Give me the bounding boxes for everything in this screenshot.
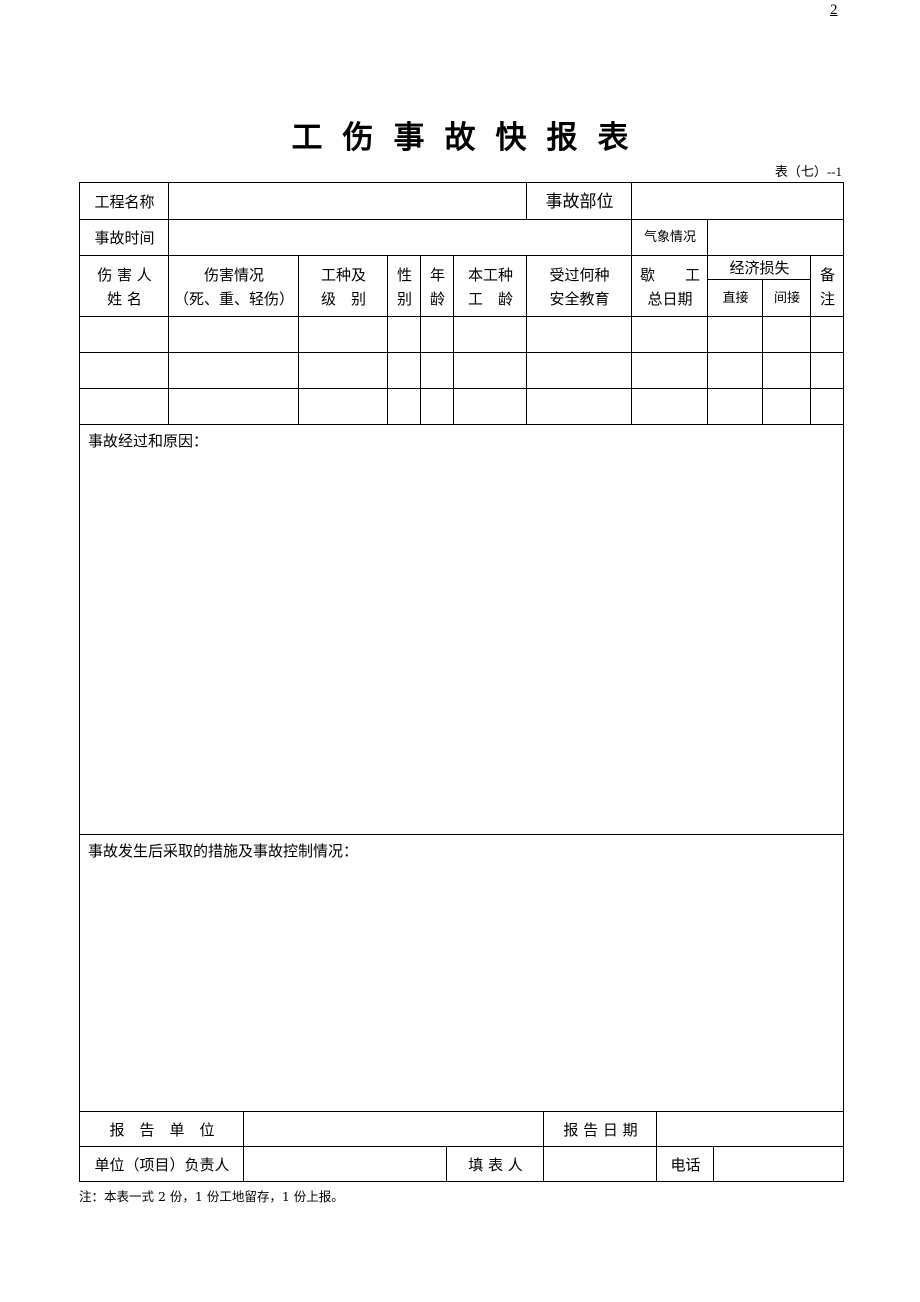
table-row-1-trade-level[interactable] <box>298 316 388 353</box>
table-row-2-safety-training[interactable] <box>526 352 632 389</box>
phone-field[interactable] <box>713 1146 844 1182</box>
table-row-1-age[interactable] <box>420 316 454 353</box>
weather-field[interactable] <box>707 219 844 256</box>
accident-process-cause-label: 事故经过和原因： <box>88 432 209 450</box>
form-code: 表（七）--1 <box>774 164 842 179</box>
table-row-3-remarks[interactable] <box>810 388 844 425</box>
table-row-3-trade-level[interactable] <box>298 388 388 425</box>
column-header-indirect-text: 间接 <box>773 290 800 306</box>
measures-label: 事故发生后采取的措施及事故控制情况： <box>88 842 359 860</box>
column-header-direct: 直接 <box>707 279 763 317</box>
table-row-2-trade-years[interactable] <box>453 352 527 389</box>
column-header-gender-text: 性 别 <box>396 265 412 308</box>
column-header-safety-training-text: 受过何种 安全教育 <box>549 265 610 308</box>
weather-label: 气象情况 <box>631 219 708 256</box>
table-row-3-indirect[interactable] <box>762 388 811 425</box>
responsible-person-label: 单位（项目）负责人 <box>79 1146 244 1182</box>
table-row-1-indirect[interactable] <box>762 316 811 353</box>
table-row-2-injury-status[interactable] <box>168 352 299 389</box>
column-header-injured-name-text: 伤 害 人 姓 名 <box>97 265 152 308</box>
accident-time-label-text: 事故时间 <box>94 229 155 247</box>
accident-process-cause-section[interactable]: 事故经过和原因： <box>79 424 844 835</box>
table-row-1-safety-training[interactable] <box>526 316 632 353</box>
column-header-gender: 性 别 <box>387 255 421 317</box>
column-header-remarks: 备 注 <box>810 255 844 317</box>
table-row-1-trade-years[interactable] <box>453 316 527 353</box>
weather-label-text: 气象情况 <box>643 230 696 245</box>
accident-location-field[interactable] <box>631 182 844 220</box>
table-row-2-gender[interactable] <box>387 352 421 389</box>
filler-field[interactable] <box>543 1146 657 1182</box>
column-header-injury-status-text: 伤害情况 （死、重、轻伤） <box>173 265 294 308</box>
table-row-1-remarks[interactable] <box>810 316 844 353</box>
table-row-2-trade-level[interactable] <box>298 352 388 389</box>
column-header-injured-name: 伤 害 人 姓 名 <box>79 255 169 317</box>
table-row-3-injured-name[interactable] <box>79 388 169 425</box>
report-unit-label-text: 报 告 单 位 <box>109 1120 215 1139</box>
project-name-field[interactable] <box>168 182 527 220</box>
filler-label: 填 表 人 <box>446 1146 544 1182</box>
footnote: 注：本表一式 2 份，1 份工地留存，1 份上报。 <box>79 1189 344 1204</box>
column-header-direct-text: 直接 <box>722 290 749 306</box>
column-header-safety-training: 受过何种 安全教育 <box>526 255 632 317</box>
table-row-2-injured-name[interactable] <box>79 352 169 389</box>
column-header-age-text: 年 龄 <box>429 265 445 308</box>
column-header-lost-days-text: 歇 工 总日期 <box>639 265 700 308</box>
column-header-indirect: 间接 <box>762 279 811 317</box>
accident-time-label: 事故时间 <box>79 219 169 256</box>
column-header-remarks-text: 备 注 <box>819 265 835 308</box>
column-header-age: 年 龄 <box>420 255 454 317</box>
filler-label-text: 填 表 人 <box>468 1155 523 1174</box>
table-row-3-lost-days[interactable] <box>631 388 708 425</box>
table-row-3-gender[interactable] <box>387 388 421 425</box>
table-row-3-injury-status[interactable] <box>168 388 299 425</box>
table-row-3-direct[interactable] <box>707 388 763 425</box>
table-row-2-direct[interactable] <box>707 352 763 389</box>
column-header-trade-level: 工种及 级 别 <box>298 255 388 317</box>
table-row-1-direct[interactable] <box>707 316 763 353</box>
table-row-1-injured-name[interactable] <box>79 316 169 353</box>
table-row-2-indirect[interactable] <box>762 352 811 389</box>
table-row-2-remarks[interactable] <box>810 352 844 389</box>
table-row-3-age[interactable] <box>420 388 454 425</box>
table-row-1-gender[interactable] <box>387 316 421 353</box>
accident-location-label: 事故部位 <box>526 182 632 220</box>
responsible-person-field[interactable] <box>243 1146 447 1182</box>
column-header-trade-level-text: 工种及 级 别 <box>320 265 366 308</box>
table-row-2-lost-days[interactable] <box>631 352 708 389</box>
table-row-1-injury-status[interactable] <box>168 316 299 353</box>
phone-label-text: 电话 <box>670 1155 701 1174</box>
responsible-person-label-text: 单位（项目）负责人 <box>94 1155 230 1174</box>
page-number: 2 <box>830 2 838 18</box>
table-row-3-trade-years[interactable] <box>453 388 527 425</box>
measures-section[interactable]: 事故发生后采取的措施及事故控制情况： <box>79 834 844 1112</box>
page-title: 工伤事故快报表 <box>291 120 649 156</box>
column-header-lost-days: 歇 工 总日期 <box>631 255 708 317</box>
report-date-label: 报 告 日 期 <box>543 1111 657 1147</box>
column-header-trade-years-text: 本工种 工 龄 <box>467 265 513 308</box>
column-header-economic-loss: 经济损失 <box>707 255 811 280</box>
table-row-3-safety-training[interactable] <box>526 388 632 425</box>
report-unit-field[interactable] <box>243 1111 544 1147</box>
table-row-2-age[interactable] <box>420 352 454 389</box>
accident-location-label-text: 事故部位 <box>545 191 614 212</box>
report-unit-label: 报 告 单 位 <box>79 1111 244 1147</box>
phone-label: 电话 <box>656 1146 714 1182</box>
report-date-label-text: 报 告 日 期 <box>563 1120 638 1139</box>
column-header-injury-status: 伤害情况 （死、重、轻伤） <box>168 255 299 317</box>
report-date-field[interactable] <box>656 1111 844 1147</box>
table-row-1-lost-days[interactable] <box>631 316 708 353</box>
column-header-trade-years: 本工种 工 龄 <box>453 255 527 317</box>
column-header-economic-loss-text: 经济损失 <box>729 259 790 277</box>
accident-time-field[interactable] <box>168 219 632 256</box>
project-name-label-text: 工程名称 <box>94 192 155 211</box>
project-name-label: 工程名称 <box>79 182 169 220</box>
